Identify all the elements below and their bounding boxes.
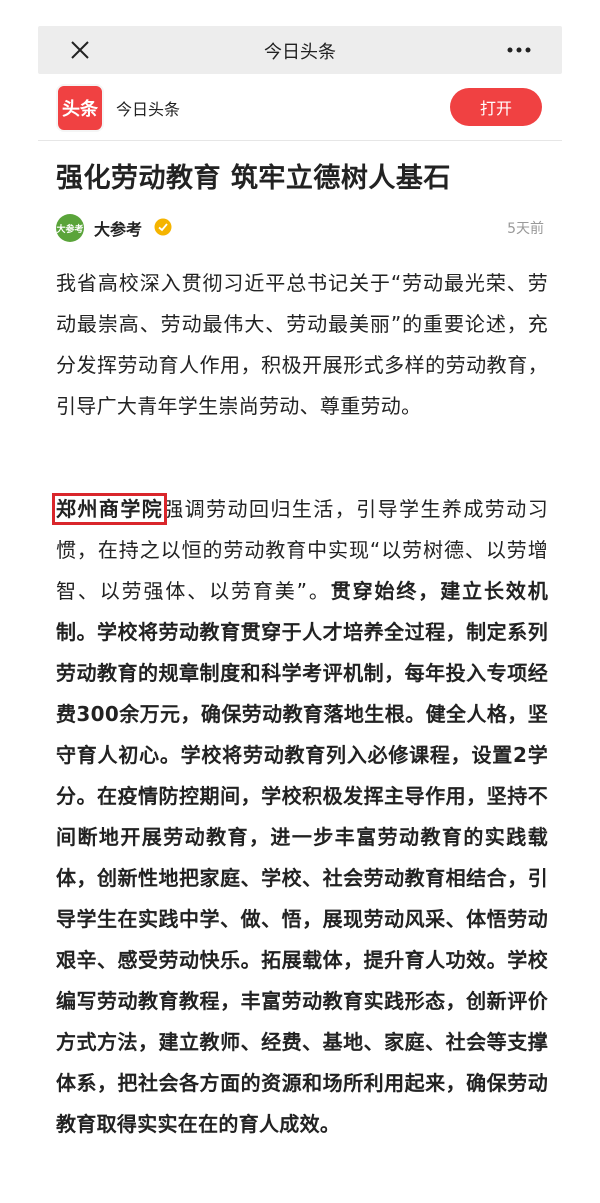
- more-icon[interactable]: [506, 38, 532, 62]
- app-logo: 头条: [56, 84, 104, 132]
- open-app-button[interactable]: 打开: [450, 88, 542, 126]
- verified-badge-icon: [154, 218, 172, 236]
- article-paragraph-2: 郑州商学院强调劳动回归生活，引导学生养成劳动习惯，在持之以恒的劳动教育中实现“以…: [51, 489, 549, 1145]
- highlighted-institution: 郑州商学院: [51, 493, 168, 525]
- author-avatar[interactable]: 大参考: [56, 214, 84, 242]
- author-name[interactable]: 大参考: [94, 216, 142, 240]
- app-promo-bar: 头条 今日头条 打开: [38, 78, 562, 141]
- publish-time: 5天前: [507, 221, 544, 237]
- article-title: 强化劳动教育 筑牢立德树人基石: [56, 163, 451, 194]
- top-nav-bar: 今日头条: [38, 26, 562, 74]
- app-name: 今日头条: [116, 100, 181, 119]
- author-row: 大参考 大参考 5天前: [56, 212, 544, 242]
- paragraph-2-body: 贯穿始终，建立长效机制。学校将劳动教育贯穿于人才培养全过程，制定系列劳动教育的规…: [56, 579, 549, 1136]
- article-paragraph-1: 我省高校深入贯彻习近平总书记关于“劳动最光荣、劳动最崇高、劳动最伟大、劳动最美丽…: [56, 271, 548, 418]
- nav-title: 今日头条: [264, 42, 336, 63]
